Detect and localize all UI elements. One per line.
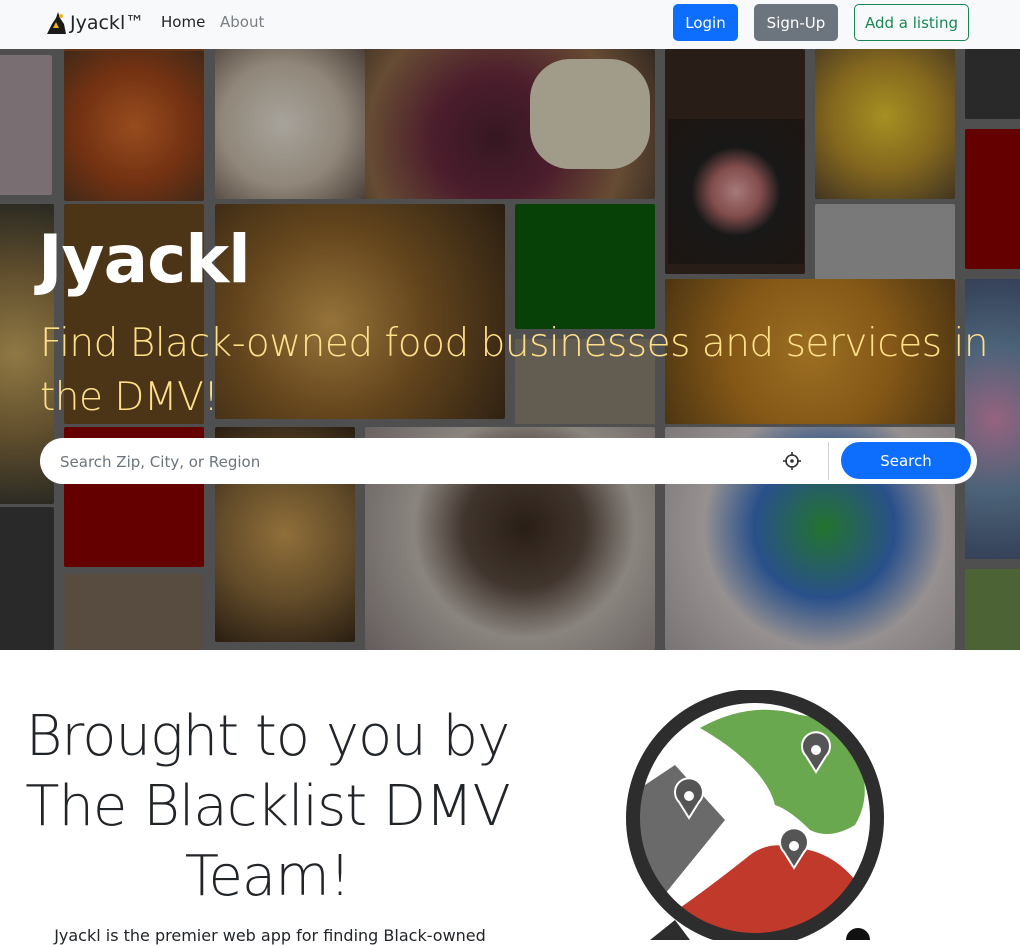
add-listing-button[interactable]: Add a listing xyxy=(854,4,969,41)
navbar: Jyackl™ Home About Login Sign-Up Add a l… xyxy=(0,0,1020,49)
nav-home-link[interactable]: Home xyxy=(161,13,205,31)
crosshair-icon[interactable] xyxy=(782,451,802,471)
info-text: Jyackl is the premier web app for findin… xyxy=(54,926,486,945)
search-button[interactable]: Search xyxy=(841,442,971,479)
dmv-map-icon xyxy=(626,690,884,940)
login-button[interactable]: Login xyxy=(673,4,738,41)
search-divider xyxy=(828,442,829,480)
search-input[interactable] xyxy=(58,446,762,478)
hero-section: Jyackl Find Black-owned food businesses … xyxy=(0,49,1020,650)
hero-subtitle: Find Black-owned food businesses and ser… xyxy=(40,321,989,420)
signup-button[interactable]: Sign-Up xyxy=(754,4,838,41)
nav-about-link[interactable]: About xyxy=(220,13,264,31)
brand-logo-icon xyxy=(47,12,66,34)
brand-name: Jyackl™ xyxy=(70,12,145,34)
search-bar: Search xyxy=(40,438,977,484)
brand-link[interactable]: Jyackl™ xyxy=(44,10,144,36)
info-heading: Brought to you by The Blacklist DMV Team… xyxy=(25,704,511,909)
hero-title: Jyackl xyxy=(38,221,251,298)
